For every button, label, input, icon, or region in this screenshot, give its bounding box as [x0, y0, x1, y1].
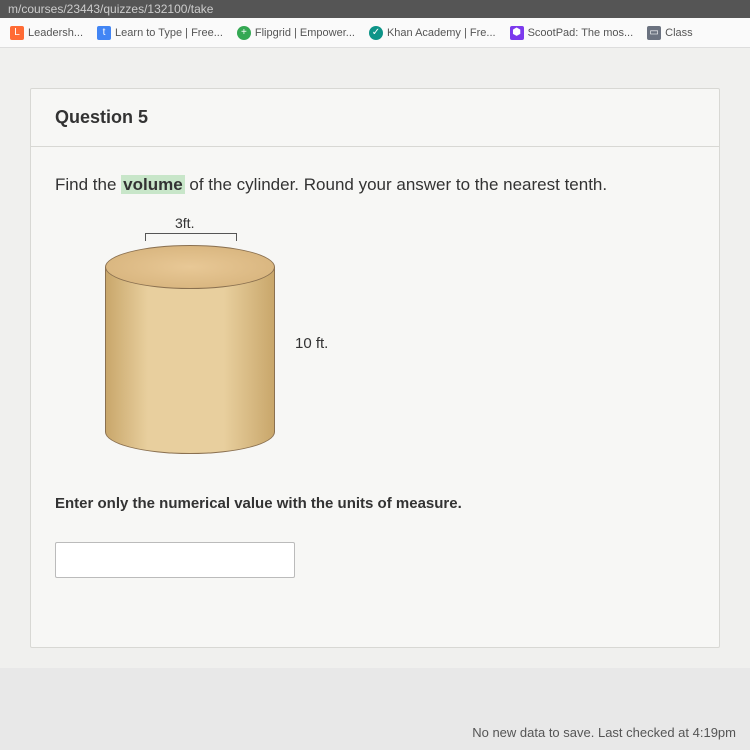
bookmark-icon: L: [10, 26, 24, 40]
bookmark-icon: t: [97, 26, 111, 40]
bookmark-item-0[interactable]: L Leadersh...: [4, 22, 89, 44]
cylinder-top-ellipse: [105, 245, 275, 289]
bookmark-icon: ✓: [369, 26, 383, 40]
bookmark-label: Khan Academy | Fre...: [387, 27, 496, 39]
question-card: Question 5 Find the volume of the cylind…: [30, 88, 720, 648]
bookmark-item-1[interactable]: t Learn to Type | Free...: [91, 22, 229, 44]
answer-instruction: Enter only the numerical value with the …: [55, 495, 695, 512]
bookmark-item-5[interactable]: ▭ Class: [641, 22, 699, 44]
bookmark-icon: +: [237, 26, 251, 40]
autosave-status: No new data to save. Last checked at 4:1…: [466, 719, 742, 746]
bookmark-icon: ▭: [647, 26, 661, 40]
quiz-content: Question 5 Find the volume of the cylind…: [0, 48, 750, 668]
cylinder-body: [105, 267, 275, 432]
bookmark-label: Class: [665, 27, 693, 39]
url-bar: m/courses/23443/quizzes/132100/take: [0, 0, 750, 18]
bookmark-item-3[interactable]: ✓ Khan Academy | Fre...: [363, 22, 502, 44]
question-prompt: Find the volume of the cylinder. Round y…: [55, 175, 695, 195]
bookmark-label: Leadersh...: [28, 27, 83, 39]
height-label: 10 ft.: [295, 335, 328, 352]
prompt-text-post: of the cylinder. Round your answer to th…: [185, 175, 607, 194]
bookmarks-bar: L Leadersh... t Learn to Type | Free... + Fli…: [0, 18, 750, 48]
question-body: Find the volume of the cylinder. Round y…: [31, 147, 719, 606]
url-text: m/courses/23443/quizzes/132100/take: [8, 2, 213, 16]
radius-label: 3ft.: [175, 215, 194, 231]
question-header: Question 5: [31, 89, 719, 147]
bookmark-item-4[interactable]: ⬢ ScootPad: The mos...: [504, 22, 640, 44]
bookmark-label: ScootPad: The mos...: [528, 27, 634, 39]
cylinder-figure: 3ft. 10 ft.: [55, 215, 695, 475]
radius-bracket: [145, 233, 237, 241]
prompt-highlight: volume: [121, 175, 185, 194]
bookmark-item-2[interactable]: + Flipgrid | Empower...: [231, 22, 361, 44]
bookmark-label: Flipgrid | Empower...: [255, 27, 355, 39]
bookmark-icon: ⬢: [510, 26, 524, 40]
answer-input[interactable]: [55, 542, 295, 578]
prompt-text-pre: Find the: [55, 175, 121, 194]
cylinder-shape: [105, 245, 275, 455]
bookmark-label: Learn to Type | Free...: [115, 27, 223, 39]
